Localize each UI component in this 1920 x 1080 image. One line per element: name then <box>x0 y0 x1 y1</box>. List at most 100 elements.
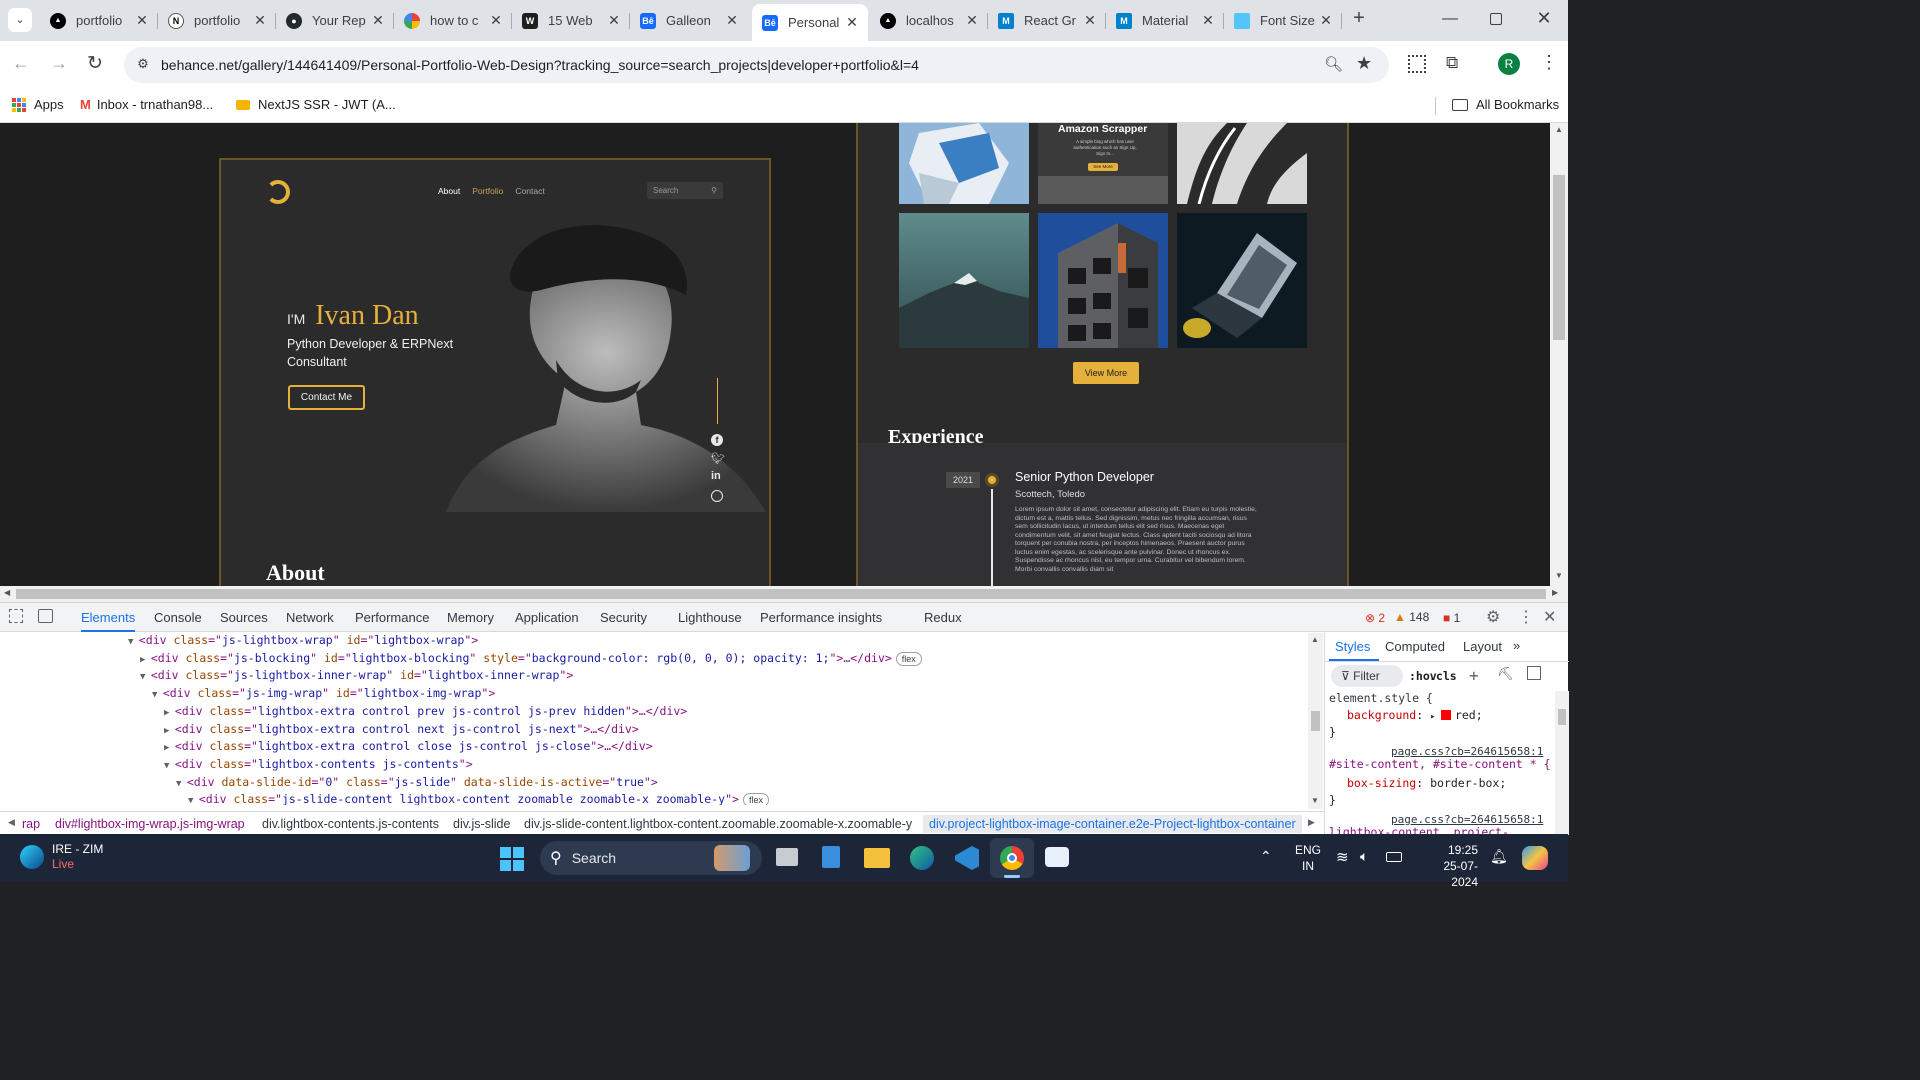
styles-filter[interactable]: ⊽ Filter <box>1331 665 1403 687</box>
nav-contact[interactable]: Contact <box>515 186 544 196</box>
warning-count[interactable]: ▲ 148 <box>1394 610 1429 624</box>
issues-count[interactable]: ■ 1 <box>1443 611 1460 625</box>
expand-arrow-icon[interactable]: ▼ <box>176 779 187 789</box>
bookmark-star-icon[interactable]: ★ <box>1356 53 1372 74</box>
tab-close-icon[interactable]: ✕ <box>134 12 150 29</box>
layout-tab[interactable]: Layout <box>1463 639 1502 654</box>
dom-node[interactable]: ▼ <div class="lightbox-contents js-conte… <box>164 755 473 773</box>
styles-tab[interactable]: Styles <box>1335 639 1370 654</box>
expand-arrow-icon[interactable]: ▶ <box>164 743 175 753</box>
tab-close-icon[interactable]: ✕ <box>1318 12 1334 29</box>
nav-about[interactable]: About <box>438 186 460 196</box>
language-indicator[interactable]: ENG IN <box>1295 842 1321 874</box>
tray-overflow-icon[interactable]: ⌃ <box>1260 848 1272 865</box>
expand-arrow-icon[interactable]: ▶ <box>140 655 151 665</box>
bookmark-apps[interactable]: Apps <box>12 97 64 112</box>
tab-6[interactable]: Bē Galleon ✕ <box>630 6 748 35</box>
devtools-tab-memory[interactable]: Memory <box>447 603 494 632</box>
tab-3[interactable]: ● Your Rep ✕ <box>276 6 394 35</box>
tab-8[interactable]: ▲ localhos ✕ <box>870 6 988 35</box>
tab-5[interactable]: W 15 Web ✕ <box>512 6 630 35</box>
copilot-icon[interactable] <box>1522 846 1548 870</box>
layout-badge[interactable]: flex <box>742 793 769 805</box>
close-window-button[interactable]: ✕ <box>1534 8 1554 29</box>
design-search[interactable]: Search ⚲ <box>647 182 723 199</box>
tab-9[interactable]: M React Gr ✕ <box>988 6 1106 35</box>
cls-toggle[interactable]: .cls <box>1429 669 1457 683</box>
devtools-tab-console[interactable]: Console <box>154 603 202 632</box>
tab-close-icon[interactable]: ✕ <box>1082 12 1098 29</box>
inspect-element-icon[interactable] <box>9 609 23 623</box>
expand-arrow-icon[interactable]: ▼ <box>164 761 175 771</box>
dom-node[interactable]: ▶ <div class="js-blocking" id="lightbox-… <box>140 649 922 667</box>
dom-node[interactable]: ▼ <div class="js-lightbox-inner-wrap" id… <box>140 666 573 684</box>
tab-10[interactable]: M Material ✕ <box>1106 6 1224 35</box>
breadcrumb-item[interactable]: div.js-slide-content.lightbox-content.zo… <box>524 817 912 831</box>
view-more-button[interactable]: View More <box>1073 362 1139 384</box>
dom-tree[interactable]: ▼ <div class="js-lightbox-wrap" id="ligh… <box>0 633 1308 805</box>
dom-node[interactable]: ▼ <div class="js-lightbox-wrap" id="ligh… <box>128 633 478 649</box>
avatar[interactable]: R <box>1498 53 1520 75</box>
dom-node[interactable]: ▶ <div class="lightbox-extra control nex… <box>164 720 639 738</box>
tab-4[interactable]: how to c ✕ <box>394 6 512 35</box>
portfolio-design-right[interactable]: Amazon Scrapper A simple blog which has … <box>856 123 1349 586</box>
wifi-icon[interactable]: ≋ <box>1336 848 1349 866</box>
tab-close-icon[interactable]: ✕ <box>1200 12 1216 29</box>
styles-scroll-thumb[interactable] <box>1558 709 1566 725</box>
address-bar[interactable]: ⚙ behance.net/gallery/144641409/Personal… <box>124 47 1389 83</box>
tab-7[interactable]: Bē Personal ✕ <box>752 4 868 41</box>
chat-app-icon[interactable] <box>1045 847 1069 867</box>
expand-arrow-icon[interactable]: ▼ <box>152 690 163 700</box>
new-rule-icon[interactable]: + <box>1469 666 1479 685</box>
battery-icon[interactable] <box>1386 852 1402 862</box>
notification-bell-icon[interactable]: 🔔︎ <box>1490 848 1508 865</box>
minimize-button[interactable]: — <box>1440 10 1460 28</box>
breadcrumb-item[interactable]: rap <box>22 817 40 831</box>
notepad-icon[interactable] <box>822 846 840 868</box>
tab-close-icon[interactable]: ✕ <box>844 14 860 31</box>
new-tab-button[interactable]: + <box>1348 8 1370 30</box>
breadcrumb-right-arrow[interactable]: ▶ <box>1308 817 1315 828</box>
devtools-tab-lighthouse[interactable]: Lighthouse <box>678 603 742 632</box>
dom-scroll-thumb[interactable] <box>1311 711 1320 731</box>
tab-11[interactable]: Font Size ✕ <box>1224 6 1342 35</box>
devtools-tab-sources[interactable]: Sources <box>220 603 268 632</box>
tab-1[interactable]: ▲ portfolio ✕ <box>40 6 158 35</box>
bookmark-inbox[interactable]: M Inbox - trnathan98... <box>80 97 213 112</box>
nav-portfolio[interactable]: Portfolio <box>472 186 503 196</box>
breadcrumb-item[interactable]: div.js-slide <box>453 817 510 831</box>
dom-node[interactable]: ▼ <div class="js-img-wrap" id="lightbox-… <box>152 684 495 702</box>
breadcrumb-left-arrow[interactable]: ◀ <box>8 817 15 828</box>
site-info-icon[interactable]: ⚙ <box>134 56 152 74</box>
restore-button[interactable] <box>1490 13 1502 25</box>
layout-badge[interactable]: flex <box>895 651 922 666</box>
more-tabs-icon[interactable]: » <box>1513 638 1520 653</box>
tab-search-button[interactable]: ⌄ <box>8 8 32 32</box>
url-text[interactable]: behance.net/gallery/144641409/Personal-P… <box>161 57 919 73</box>
tab-close-icon[interactable]: ✕ <box>964 12 980 29</box>
dom-node[interactable]: ▼ <div data-slide-id="0" class="js-slide… <box>176 773 658 791</box>
extensions-icon[interactable]: ⧉ <box>1446 53 1458 73</box>
devtools-close-icon[interactable]: ✕ <box>1543 607 1556 627</box>
tab-2[interactable]: Nportfolio ✕ <box>158 6 276 35</box>
taskbar-search[interactable]: ⚲ Search <box>540 841 762 875</box>
devtools-tab-performance-insights[interactable]: Performance insights <box>760 603 882 632</box>
color-swatch[interactable] <box>1440 710 1451 720</box>
breadcrumb-item[interactable]: div.lightbox-contents.js-contents <box>262 817 439 831</box>
tab-close-icon[interactable]: ✕ <box>724 12 740 29</box>
devtools-menu-icon[interactable]: ⋮ <box>1518 607 1534 627</box>
breadcrumb-item[interactable]: div#lightbox-img-wrap.js-img-wrap <box>55 817 245 831</box>
expand-arrow-icon[interactable]: ▸ <box>1430 712 1441 722</box>
dom-scrollbar[interactable]: ▲ ▼ <box>1308 633 1323 809</box>
dom-node[interactable]: ▼ <div class="js-slide-content lightbox-… <box>188 790 769 805</box>
settings-gear-icon[interactable]: ⚙ <box>1486 607 1500 627</box>
styles-scrollbar[interactable] <box>1555 691 1569 835</box>
tab-close-icon[interactable]: ✕ <box>370 12 386 29</box>
devtools-tab-application[interactable]: Application <box>515 603 579 632</box>
qr-icon[interactable] <box>1408 55 1426 73</box>
expand-arrow-icon[interactable]: ▶ <box>164 726 175 736</box>
devtools-tab-redux[interactable]: Redux <box>924 603 962 632</box>
computed-tab[interactable]: Computed <box>1385 639 1445 654</box>
sidebar-toggle-icon[interactable] <box>1527 666 1541 680</box>
breadcrumb-item[interactable]: div.project-lightbox-image-container.e2e… <box>923 815 1302 833</box>
